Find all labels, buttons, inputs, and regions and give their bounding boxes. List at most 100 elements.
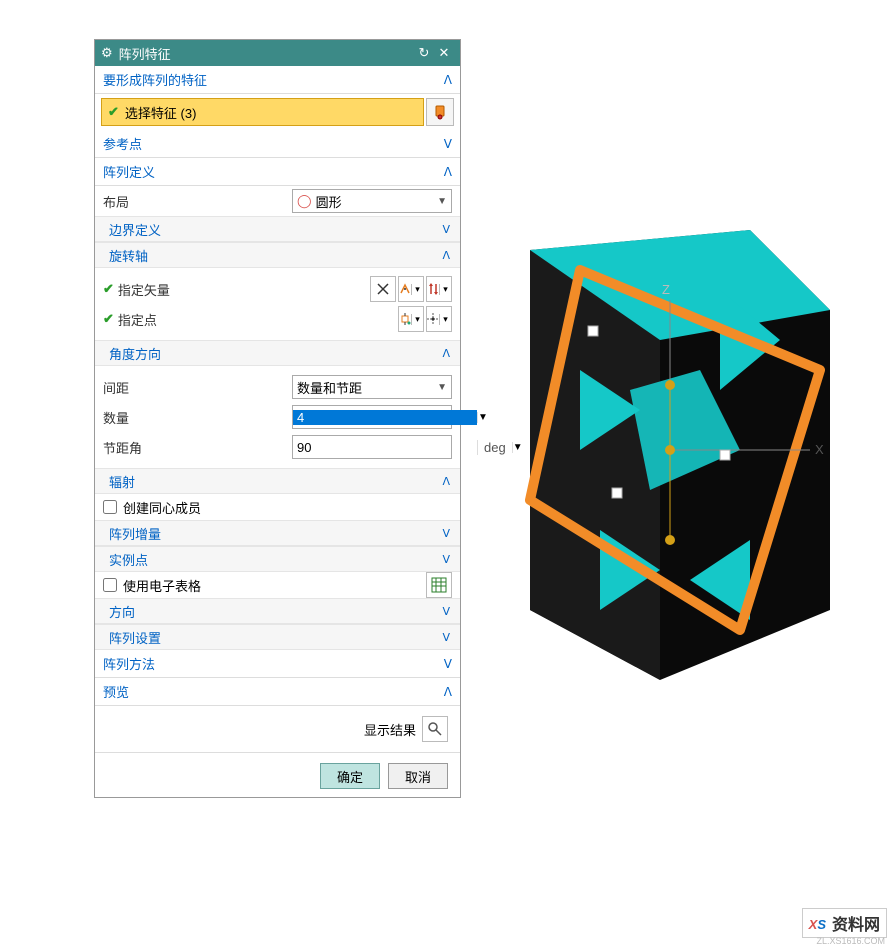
dialog-title: 阵列特征 [119,44,171,63]
sub-instance-label: 实例点 [109,550,442,569]
sub-increment-header[interactable]: 阵列增量 ᐯ [95,520,460,546]
pitch-label: 节距角 [103,438,292,457]
sub-radiate-label: 辐射 [109,472,442,491]
definition-body: 布局 ◯ 圆形 ▼ 边界定义 ᐯ 旋转轴 ᐱ ✔ 指定矢量 [95,186,460,650]
layout-value: 圆形 [316,192,438,211]
section-refpoint-label: 参考点 [103,134,444,153]
watermark-s: S [817,917,826,932]
inferred-vector-button[interactable] [370,276,396,302]
layout-dropdown[interactable]: ◯ 圆形 ▼ [292,189,452,213]
chevron-down-icon: ᐯ [442,605,450,618]
chevron-down-icon: ᐯ [444,137,452,151]
selected-features-bar: ✔ 选择特征 (3) [95,94,460,130]
chevron-down-icon: ▾ [411,314,423,325]
sub-boundary-label: 边界定义 [109,220,442,239]
spacing-label: 间距 [103,378,292,397]
cancel-button[interactable]: 取消 [388,763,448,789]
axis-body: ✔ 指定矢量 ▾ ▾ ✔ 指定点 ▾ ▾ [95,268,460,340]
sub-radiate-header[interactable]: 辐射 ᐱ [95,468,460,494]
feature-picker-button[interactable] [426,98,454,126]
chevron-down-icon: ᐯ [442,631,450,644]
sub-settings-label: 阵列设置 [109,628,442,647]
spacing-dropdown[interactable]: 数量和节距 ▼ [292,375,452,399]
sub-boundary-header[interactable]: 边界定义 ᐯ [95,216,460,242]
point-constructor-button[interactable]: ▾ [398,306,424,332]
chevron-up-icon: ᐱ [442,475,450,488]
point-label: 指定点 [118,310,398,329]
pattern-feature-dialog: ⚙ 阵列特征 ↻ ✕ 要形成阵列的特征 ᐱ ✔ 选择特征 (3) 参考点 ᐯ 阵… [94,39,461,798]
show-result-button[interactable] [422,716,448,742]
count-label: 数量 [103,408,292,427]
chevron-down-icon: ▾ [411,284,423,295]
chevron-down-icon: ▾ [439,284,451,295]
angle-body: 间距 数量和节距 ▼ 数量 ▼ 节距角 [95,366,460,468]
chevron-down-icon: ᐯ [442,223,450,236]
reverse-direction-button[interactable]: ▾ [426,276,452,302]
sub-settings-header[interactable]: 阵列设置 ᐯ [95,624,460,650]
count-input-wrap[interactable]: ▼ [292,405,452,429]
section-preview-header[interactable]: 预览 ᐱ [95,678,460,706]
svg-text:Z: Z [662,282,670,297]
chevron-down-icon: ᐯ [442,527,450,540]
sub-axis-label: 旋转轴 [109,246,442,265]
section-definition-label: 阵列定义 [103,162,444,181]
show-result-label: 显示结果 [364,720,416,739]
section-method-header[interactable]: 阵列方法 ᐯ [95,650,460,678]
preview-body: 显示结果 [95,706,460,752]
chevron-down-icon: ▼ [437,196,447,207]
check-icon: ✔ [108,104,119,120]
gear-icon: ⚙ [101,45,113,61]
chevron-down-icon: ▾ [439,314,451,325]
sub-increment-label: 阵列增量 [109,524,442,543]
vector-label: 指定矢量 [118,280,370,299]
section-features-header[interactable]: 要形成阵列的特征 ᐱ [95,66,460,94]
concentric-checkbox[interactable] [103,500,117,514]
title-bar: ⚙ 阵列特征 ↻ ✕ [95,40,460,66]
spreadsheet-checkbox[interactable] [103,578,117,592]
sub-axis-header[interactable]: 旋转轴 ᐱ [95,242,460,268]
concentric-row: 创建同心成员 [95,494,460,520]
circular-icon: ◯ [297,193,312,209]
spreadsheet-label: 使用电子表格 [123,576,201,595]
chevron-up-icon: ᐱ [444,165,452,179]
watermark-label: 资料网 [832,911,880,935]
vector-constructor-button[interactable]: ▾ [398,276,424,302]
chevron-down-icon: ▼ [437,382,447,393]
section-preview-label: 预览 [103,682,444,701]
spreadsheet-button[interactable] [426,572,452,598]
sub-orientation-label: 方向 [109,602,442,621]
check-icon: ✔ [103,281,114,297]
3d-viewport[interactable]: X Z [470,190,870,710]
chevron-up-icon: ᐱ [444,73,452,87]
section-method-label: 阵列方法 [103,654,444,673]
spacing-value: 数量和节距 [297,378,437,397]
pitch-input-wrap[interactable]: deg ▼ [292,435,452,459]
point-dialog-button[interactable]: ▾ [426,306,452,332]
sub-instance-header[interactable]: 实例点 ᐯ [95,546,460,572]
watermark-x: X [809,917,818,932]
sub-orientation-header[interactable]: 方向 ᐯ [95,598,460,624]
concentric-label: 创建同心成员 [123,498,201,517]
chevron-down-icon: ᐯ [444,657,452,671]
check-icon: ✔ [103,311,114,327]
section-definition-header[interactable]: 阵列定义 ᐱ [95,158,460,186]
chevron-down-icon: ᐯ [442,553,450,566]
pitch-input[interactable] [293,440,477,455]
sub-angle-header[interactable]: 角度方向 ᐱ [95,340,460,366]
ok-button[interactable]: 确定 [320,763,380,789]
chevron-up-icon: ᐱ [444,685,452,699]
chevron-up-icon: ᐱ [442,347,450,360]
select-feature-field[interactable]: ✔ 选择特征 (3) [101,98,424,126]
section-features-label: 要形成阵列的特征 [103,70,444,89]
chevron-up-icon: ᐱ [442,249,450,262]
dialog-footer: 确定 取消 [95,752,460,797]
watermark-url: ZL.XS1616.COM [816,936,885,946]
spreadsheet-row: 使用电子表格 [95,572,460,598]
select-feature-label: 选择特征 (3) [125,103,197,122]
layout-label: 布局 [103,192,292,211]
close-icon[interactable]: ✕ [434,45,454,61]
reset-icon[interactable]: ↻ [414,45,434,61]
section-refpoint-header[interactable]: 参考点 ᐯ [95,130,460,158]
count-input[interactable] [293,410,477,425]
svg-text:X: X [815,442,824,457]
